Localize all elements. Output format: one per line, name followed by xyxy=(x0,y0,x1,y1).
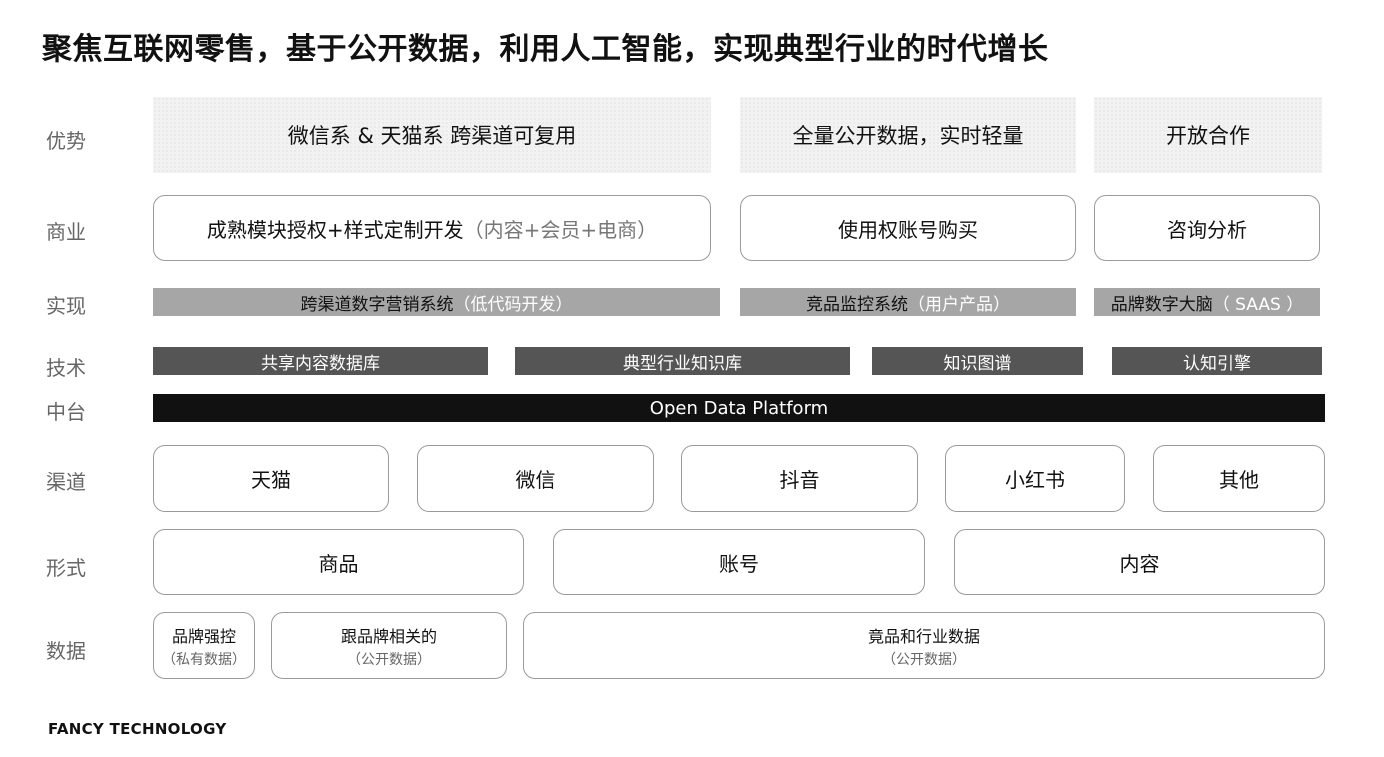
tech-label: 认知引擎 xyxy=(1183,353,1251,374)
tech-shared-content-db: 共享内容数据库 xyxy=(153,347,488,375)
channel-label: 天猫 xyxy=(251,468,291,492)
channel-other: 其他 xyxy=(1153,445,1325,512)
impl-sublabel: （低代码开发） xyxy=(453,294,573,315)
data-sublabel: （公开数据） xyxy=(882,651,966,668)
form-content: 内容 xyxy=(954,529,1325,595)
business-label: 使用权账号购买 xyxy=(838,217,978,242)
impl-cross-channel-marketing: 跨渠道数字营销系统 （低代码开发） xyxy=(153,288,720,316)
tech-cognitive-engine: 认知引擎 xyxy=(1112,347,1322,375)
impl-label: 品牌数字大脑 xyxy=(1110,294,1213,315)
data-sublabel: （私有数据） xyxy=(162,651,246,668)
channel-xiaohongshu: 小红书 xyxy=(945,445,1125,512)
channel-tmall: 天猫 xyxy=(153,445,389,512)
page-title: 聚焦互联网零售，基于公开数据，利用人工智能，实现典型行业的时代增长 xyxy=(42,32,1049,67)
channel-label: 抖音 xyxy=(779,468,820,492)
data-label: 竟品和行业数据 xyxy=(867,626,980,646)
tech-knowledge-graph: 知识图谱 xyxy=(872,347,1083,375)
impl-label: 竞品监控系统 xyxy=(806,294,908,315)
data-label: 跟品牌相关的 xyxy=(340,626,437,646)
channel-label: 小红书 xyxy=(1005,468,1065,492)
business-module-license: 成熟模块授权+样式定制开发 （内容+会员+电商） xyxy=(153,195,711,261)
row-label-business: 商业 xyxy=(46,220,86,244)
channel-wechat: 微信 xyxy=(417,445,654,512)
channel-douyin: 抖音 xyxy=(681,445,918,512)
advantage-label: 微信系 & 天猫系 跨渠道可复用 xyxy=(287,124,577,148)
business-account-purchase: 使用权账号购买 xyxy=(740,195,1076,261)
business-label: 咨询分析 xyxy=(1167,217,1247,242)
data-competitor-industry: 竟品和行业数据 （公开数据） xyxy=(523,612,1325,679)
platform-label: Open Data Platform xyxy=(649,397,829,419)
form-label: 内容 xyxy=(1119,551,1160,576)
channel-label: 其他 xyxy=(1219,468,1259,492)
advantage-label: 全量公开数据，实时轻量 xyxy=(792,124,1024,148)
brand-logo-text: FANCY TECHNOLOGY xyxy=(48,720,227,738)
tech-label: 共享内容数据库 xyxy=(261,353,380,374)
row-label-middle: 中台 xyxy=(46,400,86,424)
data-brand-private: 品牌强控 （私有数据） xyxy=(153,612,255,679)
data-brand-related-public: 跟品牌相关的 （公开数据） xyxy=(271,612,507,679)
impl-sublabel: （用户产品） xyxy=(908,294,1010,315)
impl-label: 跨渠道数字营销系统 xyxy=(300,294,454,315)
advantage-open-cooperation: 开放合作 xyxy=(1094,97,1322,173)
tech-label: 典型行业知识库 xyxy=(623,353,742,374)
open-data-platform-bar: Open Data Platform xyxy=(153,394,1325,422)
business-sublabel: （内容+会员+电商） xyxy=(463,217,658,242)
form-account: 账号 xyxy=(553,529,925,595)
advantage-label: 开放合作 xyxy=(1166,124,1250,148)
row-label-advantage: 优势 xyxy=(46,129,86,153)
impl-competitor-monitoring: 竞品监控系统 （用户产品） xyxy=(740,288,1076,316)
impl-sublabel: （ SAAS ） xyxy=(1212,294,1304,315)
advantage-cross-channel: 微信系 & 天猫系 跨渠道可复用 xyxy=(153,97,711,173)
row-label-implementation: 实现 xyxy=(46,294,86,318)
row-label-data: 数据 xyxy=(46,639,86,663)
data-sublabel: （公开数据） xyxy=(347,651,431,668)
form-label: 账号 xyxy=(719,551,759,576)
business-consulting: 咨询分析 xyxy=(1094,195,1320,261)
form-product: 商品 xyxy=(153,529,524,595)
form-label: 商品 xyxy=(318,551,359,576)
impl-brand-brain: 品牌数字大脑（ SAAS ） xyxy=(1094,288,1320,316)
business-label: 成熟模块授权+样式定制开发 xyxy=(206,217,464,242)
row-label-technology: 技术 xyxy=(46,356,86,380)
row-label-channel: 渠道 xyxy=(46,470,86,494)
tech-industry-knowledge-base: 典型行业知识库 xyxy=(515,347,850,375)
row-label-form: 形式 xyxy=(46,556,86,580)
tech-label: 知识图谱 xyxy=(943,353,1012,374)
data-label: 品牌强控 xyxy=(171,626,236,646)
channel-label: 微信 xyxy=(515,468,556,492)
advantage-public-data: 全量公开数据，实时轻量 xyxy=(740,97,1076,173)
